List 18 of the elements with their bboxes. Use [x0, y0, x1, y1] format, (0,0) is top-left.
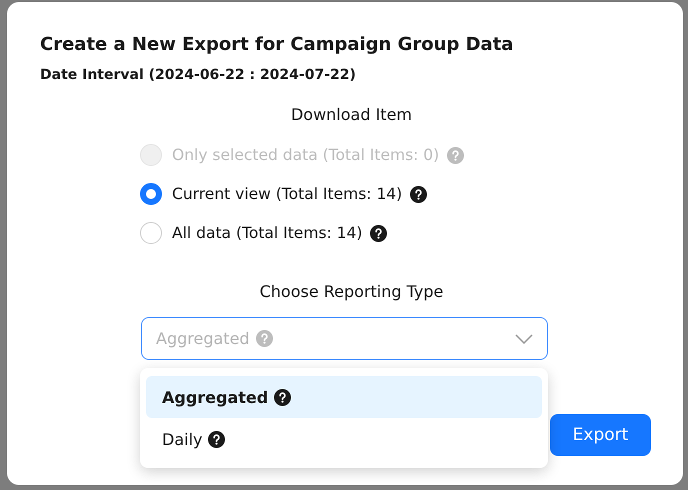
- radio-button[interactable]: [140, 183, 162, 205]
- date-interval: Date Interval (2024-06-22 : 2024-07-22): [40, 67, 357, 83]
- dropdown-option[interactable]: Aggregated: [146, 376, 542, 418]
- export-button[interactable]: Export: [550, 414, 651, 456]
- section-heading: Download Item: [290, 105, 414, 124]
- help-icon: [447, 146, 464, 164]
- help-icon: [370, 224, 388, 242]
- help-icon: [208, 430, 226, 448]
- dropdown-option[interactable]: Daily: [146, 418, 542, 460]
- help-icon: [410, 186, 428, 202]
- help-icon: [274, 388, 292, 406]
- radio-option[interactable]: Current view (Total Items: 14): [140, 183, 402, 205]
- radio-option[interactable]: All data (Total Items: 14): [140, 222, 362, 244]
- section-heading: Choose Reporting Type: [258, 282, 444, 301]
- chevron-down-icon: [515, 334, 533, 344]
- select-value: Aggregated: [156, 329, 250, 348]
- help-icon: [256, 330, 273, 347]
- dialog-title: Create a New Export for Campaign Group Data: [40, 34, 514, 55]
